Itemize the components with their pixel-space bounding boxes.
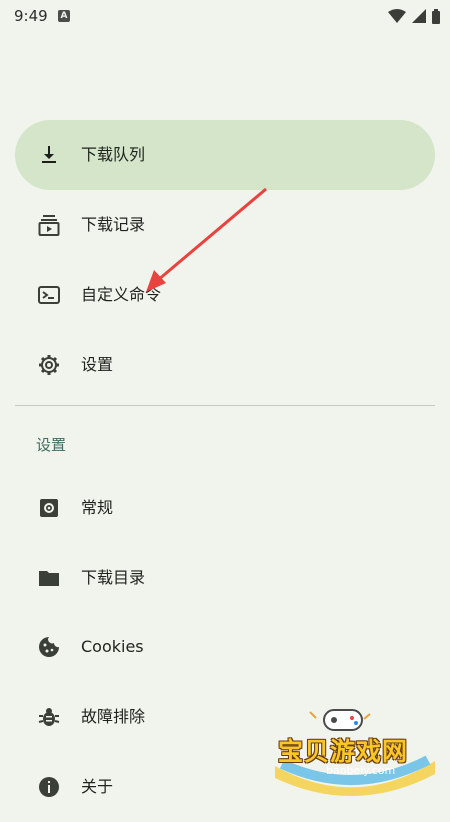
bug-icon [38,708,60,726]
nav-item-label: Cookies [81,637,144,656]
nav-item-custom-command[interactable]: 自定义命令 [15,260,435,330]
nav-item-general[interactable]: 常规 [15,473,435,543]
nav-item-label: 自定义命令 [81,285,162,304]
section-divider [15,405,435,406]
nav-item-download-history[interactable]: 下载记录 [15,190,435,260]
nav-item-label: 下载目录 [81,568,146,587]
status-time: 9:49 [14,7,48,25]
general-settings-icon [40,499,58,517]
watermark-url: baobeiy.com [326,764,396,777]
download-icon [42,146,56,163]
folder-icon [39,571,59,586]
battery-icon [432,8,440,24]
signal-icon [412,9,426,23]
nav-item-cookies[interactable]: Cookies [15,612,435,682]
info-icon [39,777,59,797]
nav-item-download-queue[interactable]: 下载队列 [15,120,435,190]
nav-item-label: 下载记录 [81,215,146,234]
nav-item-label: 故障排除 [81,707,146,726]
nav-item-download-directory[interactable]: 下载目录 [15,543,435,613]
history-icon [38,215,60,236]
terminal-icon [38,286,60,304]
nav-item-label: 设置 [81,355,114,374]
watermark-logo: 宝贝游戏网 baobeiy.com [270,706,440,798]
status-bar: 9:49 A [0,0,450,32]
nav-item-label: 下载队列 [81,145,146,164]
nav-item-settings[interactable]: 设置 [15,330,435,400]
nav-item-label: 关于 [81,777,114,796]
status-icons [388,8,440,24]
nav-item-label: 常规 [81,498,114,517]
notification-icon: A [58,10,70,22]
gear-icon [39,355,59,375]
watermark-brand: 宝贝游戏网 [278,737,409,766]
settings-section-title: 设置 [36,436,67,454]
wifi-icon [388,9,406,23]
cookie-icon [39,637,59,657]
